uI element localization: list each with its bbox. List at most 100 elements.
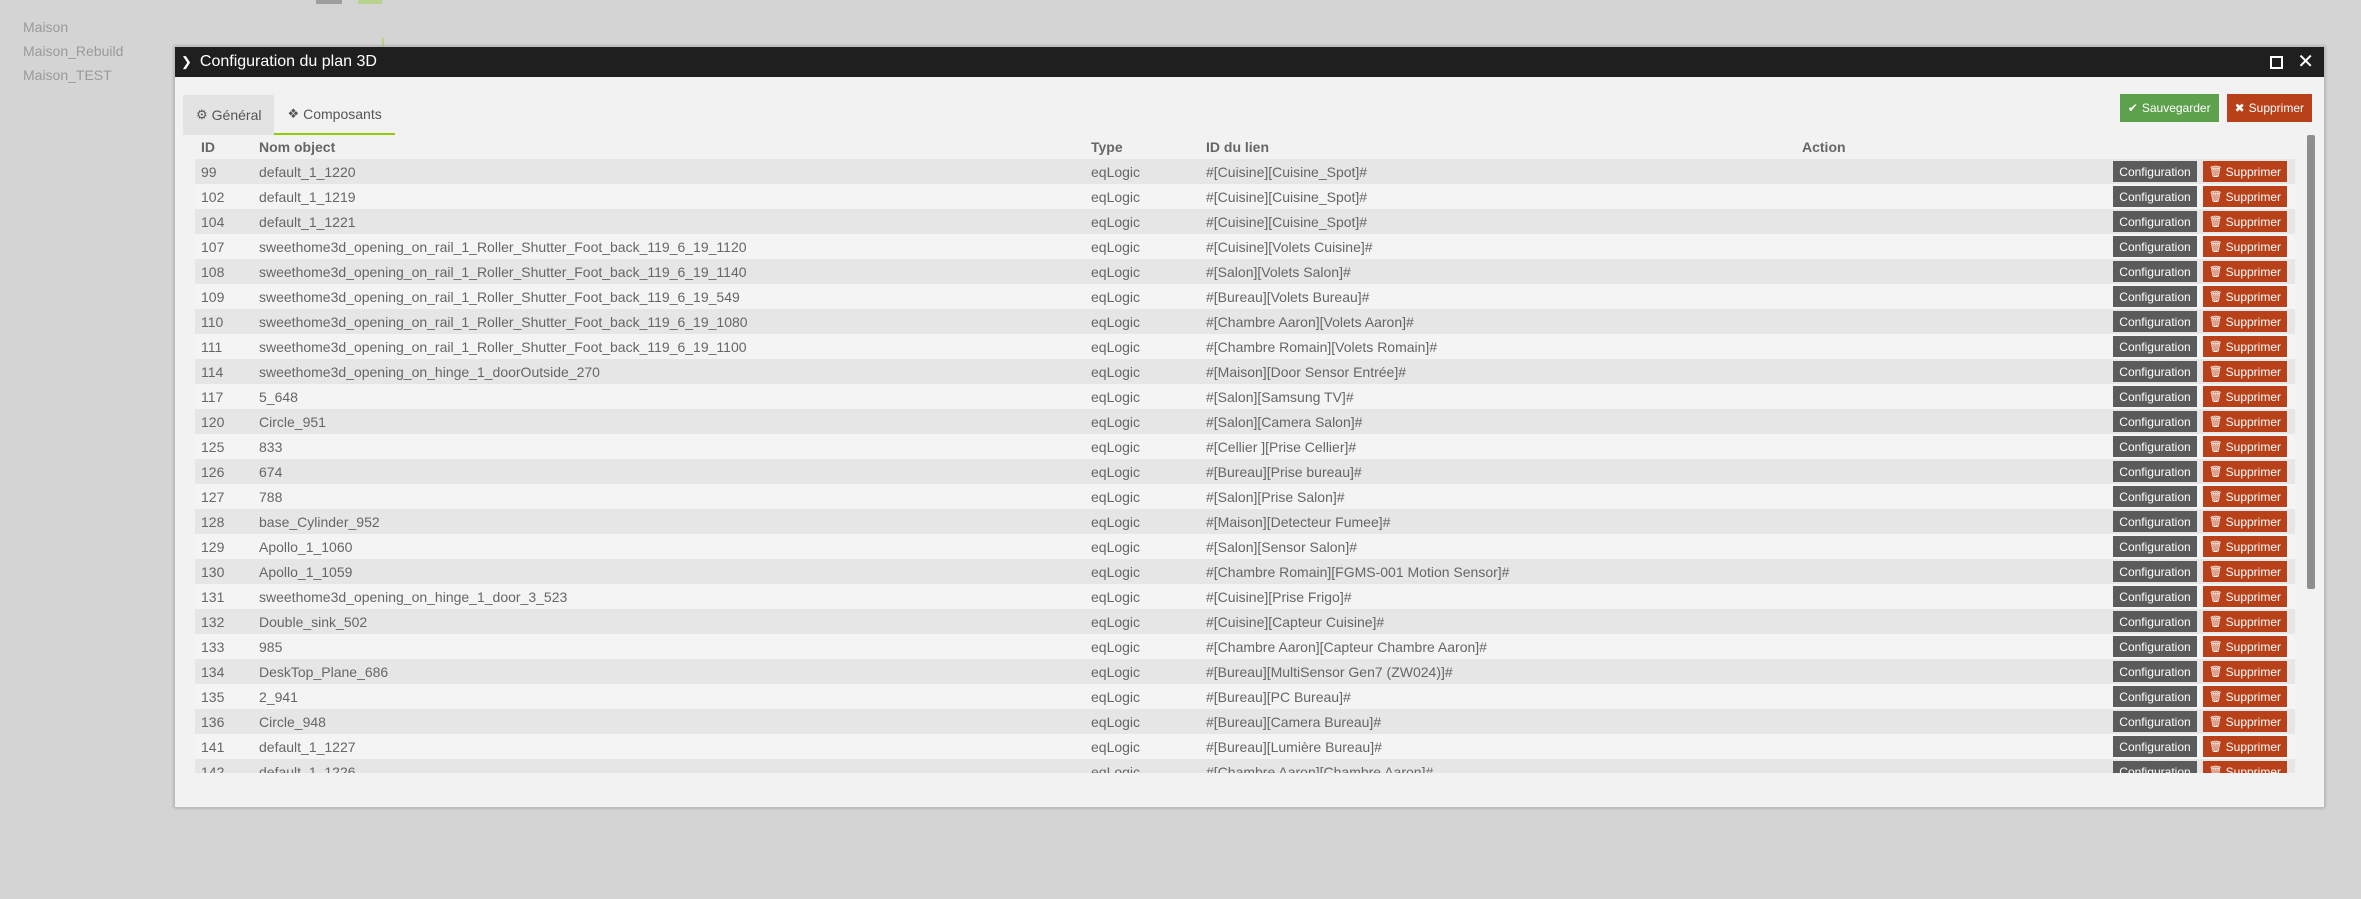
cell-id: 117: [195, 384, 253, 409]
table-row: 99 default_1_1220 eqLogic #[Cuisine][Cuisin…: [195, 159, 2295, 184]
cell-type: eqLogic: [1085, 734, 1200, 759]
cell-action: Configuration 🗑 Supprimer: [1796, 309, 2295, 334]
delete-row-button[interactable]: 🗑 Supprimer: [2202, 611, 2287, 632]
cell-link: #[Maison][Door Sensor Entrée]#: [1200, 359, 1796, 384]
configuration-button[interactable]: Configuration: [2113, 186, 2197, 207]
delete-row-button[interactable]: 🗑 Supprimer: [2202, 536, 2287, 557]
delete-row-label: Supprimer: [2225, 514, 2281, 529]
maximize-icon[interactable]: [2270, 55, 2284, 69]
cell-name: Double_sink_502: [253, 609, 1085, 634]
delete-row-button[interactable]: 🗑 Supprimer: [2202, 336, 2287, 357]
times-icon: ✖: [2234, 101, 2245, 115]
delete-row-button[interactable]: 🗑 Supprimer: [2202, 711, 2287, 732]
delete-row-button[interactable]: 🗑 Supprimer: [2202, 686, 2287, 707]
trash-icon: 🗑: [2208, 516, 2223, 528]
trash-icon: 🗑: [2208, 266, 2223, 278]
delete-row-button[interactable]: 🗑 Supprimer: [2202, 561, 2287, 582]
cell-action: Configuration 🗑 Supprimer: [1796, 259, 2295, 284]
cell-id: 102: [195, 184, 253, 209]
delete-row-button[interactable]: 🗑 Supprimer: [2202, 486, 2287, 507]
delete-row-button[interactable]: 🗑 Supprimer: [2202, 661, 2287, 682]
cell-id: 109: [195, 284, 253, 309]
background-object-item[interactable]: Maison_TEST: [23, 66, 123, 90]
chevron-right-icon[interactable]: ❯: [181, 54, 192, 70]
delete-row-button[interactable]: 🗑 Supprimer: [2202, 636, 2287, 657]
components-table-container[interactable]: ID Nom object Type ID du lien Action 99 d…: [195, 135, 2295, 773]
delete-row-button[interactable]: 🗑 Supprimer: [2202, 236, 2287, 257]
delete-row-button[interactable]: 🗑 Supprimer: [2202, 586, 2287, 607]
tab-general[interactable]: ⚙ Général: [183, 95, 275, 135]
delete-plan-button[interactable]: ✖ Supprimer: [2226, 94, 2312, 122]
trash-icon: 🗑: [2208, 591, 2223, 603]
cell-type: eqLogic: [1085, 359, 1200, 384]
delete-row-button[interactable]: 🗑 Supprimer: [2202, 511, 2287, 532]
cell-link: #[Cuisine][Cuisine_Spot]#: [1200, 159, 1796, 184]
configuration-button[interactable]: Configuration: [2113, 361, 2197, 382]
delete-row-button[interactable]: 🗑 Supprimer: [2202, 436, 2287, 457]
cell-link: #[Bureau][MultiSensor Gen7 (ZW024)]#: [1200, 659, 1796, 684]
cell-type: eqLogic: [1085, 284, 1200, 309]
trash-icon: 🗑: [2208, 616, 2223, 628]
cell-link: #[Cuisine][Capteur Cuisine]#: [1200, 609, 1796, 634]
delete-row-button[interactable]: 🗑 Supprimer: [2202, 761, 2287, 773]
close-icon[interactable]: ✕: [2297, 52, 2314, 72]
configuration-button[interactable]: Configuration: [2113, 411, 2197, 432]
delete-row-button[interactable]: 🗑 Supprimer: [2202, 311, 2287, 332]
trash-icon: 🗑: [2208, 466, 2223, 478]
configuration-button[interactable]: Configuration: [2113, 386, 2197, 407]
delete-row-button[interactable]: 🗑 Supprimer: [2202, 211, 2287, 232]
table-row: 102 default_1_1219 eqLogic #[Cuisine][Cuisi…: [195, 184, 2295, 209]
configuration-button[interactable]: Configuration: [2113, 436, 2197, 457]
configuration-button[interactable]: Configuration: [2113, 236, 2197, 257]
configuration-button[interactable]: Configuration: [2113, 761, 2197, 773]
cell-name: base_Cylinder_952: [253, 509, 1085, 534]
cell-action: Configuration 🗑 Supprimer: [1796, 609, 2295, 634]
configuration-button[interactable]: Configuration: [2113, 636, 2197, 657]
delete-row-button[interactable]: 🗑 Supprimer: [2202, 361, 2287, 382]
table-row: 107 sweethome3d_opening_on_rail_1_Roller_…: [195, 234, 2295, 259]
cell-link: #[Bureau][PC Bureau]#: [1200, 684, 1796, 709]
background-object-item[interactable]: Maison: [23, 18, 123, 42]
configuration-button[interactable]: Configuration: [2113, 586, 2197, 607]
configuration-button[interactable]: Configuration: [2113, 661, 2197, 682]
cell-type: eqLogic: [1085, 384, 1200, 409]
scrollbar-thumb[interactable]: [2307, 135, 2315, 589]
cell-id: 120: [195, 409, 253, 434]
tab-composants[interactable]: ❖ Composants: [274, 95, 395, 135]
cell-action: Configuration 🗑 Supprimer: [1796, 759, 2295, 773]
save-button[interactable]: ✔ Sauvegarder: [2119, 94, 2219, 122]
configuration-button[interactable]: Configuration: [2113, 611, 2197, 632]
configuration-button[interactable]: Configuration: [2113, 311, 2197, 332]
configuration-button[interactable]: Configuration: [2113, 211, 2197, 232]
configuration-button[interactable]: Configuration: [2113, 736, 2197, 757]
delete-row-button[interactable]: 🗑 Supprimer: [2202, 161, 2287, 182]
delete-row-button[interactable]: 🗑 Supprimer: [2202, 261, 2287, 282]
delete-row-button[interactable]: 🗑 Supprimer: [2202, 411, 2287, 432]
background-object-item[interactable]: Maison_Rebuild: [23, 42, 123, 66]
configuration-button[interactable]: Configuration: [2113, 536, 2197, 557]
delete-row-button[interactable]: 🗑 Supprimer: [2202, 736, 2287, 757]
configuration-button[interactable]: Configuration: [2113, 261, 2197, 282]
delete-row-label: Supprimer: [2225, 664, 2281, 679]
delete-row-button[interactable]: 🗑 Supprimer: [2202, 286, 2287, 307]
cell-name: 833: [253, 434, 1085, 459]
configuration-button[interactable]: Configuration: [2113, 561, 2197, 582]
table-header-row: ID Nom object Type ID du lien Action: [195, 135, 2295, 159]
cell-type: eqLogic: [1085, 184, 1200, 209]
configuration-button[interactable]: Configuration: [2113, 686, 2197, 707]
cell-action: Configuration 🗑 Supprimer: [1796, 234, 2295, 259]
configuration-button[interactable]: Configuration: [2113, 511, 2197, 532]
configuration-button[interactable]: Configuration: [2113, 286, 2197, 307]
configuration-button[interactable]: Configuration: [2113, 711, 2197, 732]
configuration-button[interactable]: Configuration: [2113, 336, 2197, 357]
cell-name: Apollo_1_1060: [253, 534, 1085, 559]
delete-row-button[interactable]: 🗑 Supprimer: [2202, 186, 2287, 207]
cell-id: 110: [195, 309, 253, 334]
configuration-button[interactable]: Configuration: [2113, 486, 2197, 507]
table-row: 142 default_1_1226 eqLogic #[Chambre Aaron]…: [195, 759, 2295, 773]
delete-row-button[interactable]: 🗑 Supprimer: [2202, 461, 2287, 482]
configuration-button[interactable]: Configuration: [2113, 461, 2197, 482]
cell-name: default_1_1221: [253, 209, 1085, 234]
delete-row-button[interactable]: 🗑 Supprimer: [2202, 386, 2287, 407]
configuration-button[interactable]: Configuration: [2113, 161, 2197, 182]
